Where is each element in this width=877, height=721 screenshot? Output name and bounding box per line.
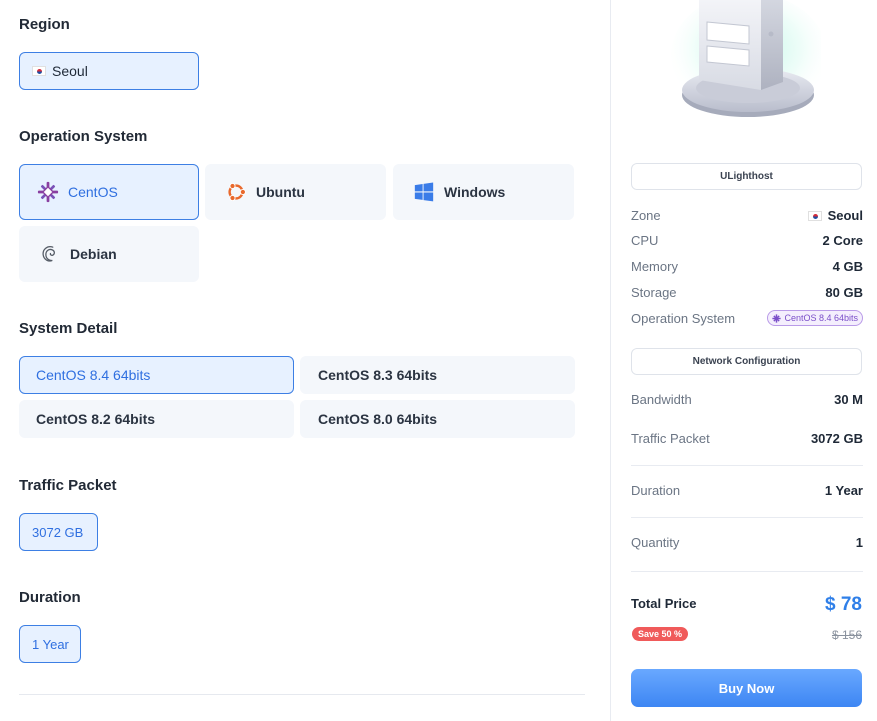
summary-value: 1 Year	[824, 483, 863, 498]
summary-row-memory: Memory 4 GB	[631, 259, 863, 274]
summary-row-zone: Zone Seoul	[631, 208, 863, 223]
save-badge: Save 50 %	[632, 627, 689, 641]
system-detail-option-label: CentOS 8.2 64bits	[36, 411, 156, 427]
os-option-centos[interactable]: CentOS	[19, 164, 199, 220]
summary-key: Zone	[631, 208, 661, 223]
system-detail-title: System Detail	[19, 320, 118, 337]
system-detail-option-82[interactable]: CentOS 8.2 64bits	[19, 400, 294, 438]
summary-row-cpu: CPU 2 Core	[631, 233, 863, 248]
os-option-debian[interactable]: Debian	[19, 226, 199, 282]
duration-title: Duration	[19, 589, 81, 606]
order-summary-panel: ULighthost Zone Seoul CPU 2 Core Memory …	[610, 0, 877, 721]
traffic-option-3072[interactable]: 3072 GB	[19, 513, 98, 551]
summary-key: Traffic Packet	[631, 431, 710, 446]
os-option-label: Debian	[70, 246, 117, 262]
summary-row-duration: Duration 1 Year	[631, 483, 863, 498]
os-option-label: Windows	[444, 184, 506, 200]
summary-row-storage: Storage 80 GB	[631, 285, 863, 300]
os-option-label: Ubuntu	[256, 184, 305, 200]
summary-divider	[631, 465, 863, 466]
region-option-label: Seoul	[52, 63, 88, 79]
summary-value: 1	[855, 535, 863, 550]
system-detail-option-label: CentOS 8.0 64bits	[318, 411, 438, 427]
system-detail-option-84[interactable]: CentOS 8.4 64bits	[19, 356, 294, 394]
summary-key: Memory	[631, 259, 678, 274]
summary-row-os: Operation System CentOS 8.4 64bits	[631, 310, 863, 326]
summary-key: Duration	[631, 483, 681, 498]
section-divider	[19, 694, 585, 695]
korea-flag-icon	[807, 210, 822, 221]
summary-divider	[631, 571, 863, 572]
summary-key: Bandwidth	[631, 392, 692, 407]
summary-value: 3072 GB	[810, 431, 863, 446]
centos-icon	[772, 313, 782, 323]
summary-row-traffic: Traffic Packet 3072 GB	[631, 431, 863, 446]
region-option-seoul[interactable]: Seoul	[19, 52, 199, 90]
summary-row-quantity: Quantity 1	[631, 535, 863, 550]
summary-value: 80 GB	[825, 285, 863, 300]
os-badge-label: CentOS 8.4 64bits	[784, 313, 858, 323]
summary-value: 2 Core	[822, 233, 863, 248]
host-label: ULighthost	[631, 163, 862, 190]
summary-key: Operation System	[631, 310, 736, 326]
debian-icon	[38, 242, 62, 266]
os-option-label: CentOS	[68, 184, 118, 200]
centos-icon	[36, 180, 60, 204]
config-panel: Region Seoul Operation System CentOS Ubu…	[0, 0, 600, 721]
summary-key: Quantity	[631, 535, 680, 550]
system-detail-option-83[interactable]: CentOS 8.3 64bits	[300, 356, 575, 394]
summary-value: 4 GB	[832, 259, 863, 274]
old-price: $ 156	[831, 628, 862, 642]
summary-key: Storage	[631, 285, 677, 300]
traffic-option-label: 3072 GB	[32, 524, 84, 540]
duration-option-label: 1 Year	[32, 636, 69, 652]
summary-value: Seoul	[807, 208, 863, 223]
total-price-value: $ 78	[825, 594, 862, 615]
os-option-ubuntu[interactable]: Ubuntu	[205, 164, 386, 220]
summary-row-bandwidth: Bandwidth 30 M	[631, 392, 863, 407]
traffic-title: Traffic Packet	[19, 477, 117, 494]
ubuntu-icon	[224, 180, 248, 204]
duration-option-1year[interactable]: 1 Year	[19, 625, 81, 663]
windows-icon	[412, 180, 436, 204]
system-detail-option-label: CentOS 8.3 64bits	[318, 367, 438, 383]
korea-flag-icon	[32, 66, 46, 76]
system-detail-option-label: CentOS 8.4 64bits	[36, 367, 151, 383]
region-title: Region	[19, 16, 70, 33]
server-illustration	[671, 0, 827, 125]
network-config-label: Network Configuration	[631, 348, 862, 375]
zone-value: Seoul	[827, 208, 863, 223]
summary-divider	[631, 517, 863, 518]
os-title: Operation System	[19, 128, 148, 145]
summary-value: 30 M	[834, 392, 863, 407]
os-badge: CentOS 8.4 64bits	[767, 310, 863, 326]
system-detail-option-80[interactable]: CentOS 8.0 64bits	[300, 400, 575, 438]
total-price-label: Total Price	[631, 596, 697, 611]
buy-now-button[interactable]: Buy Now	[631, 669, 862, 707]
os-option-windows[interactable]: Windows	[393, 164, 574, 220]
summary-key: CPU	[631, 233, 659, 248]
